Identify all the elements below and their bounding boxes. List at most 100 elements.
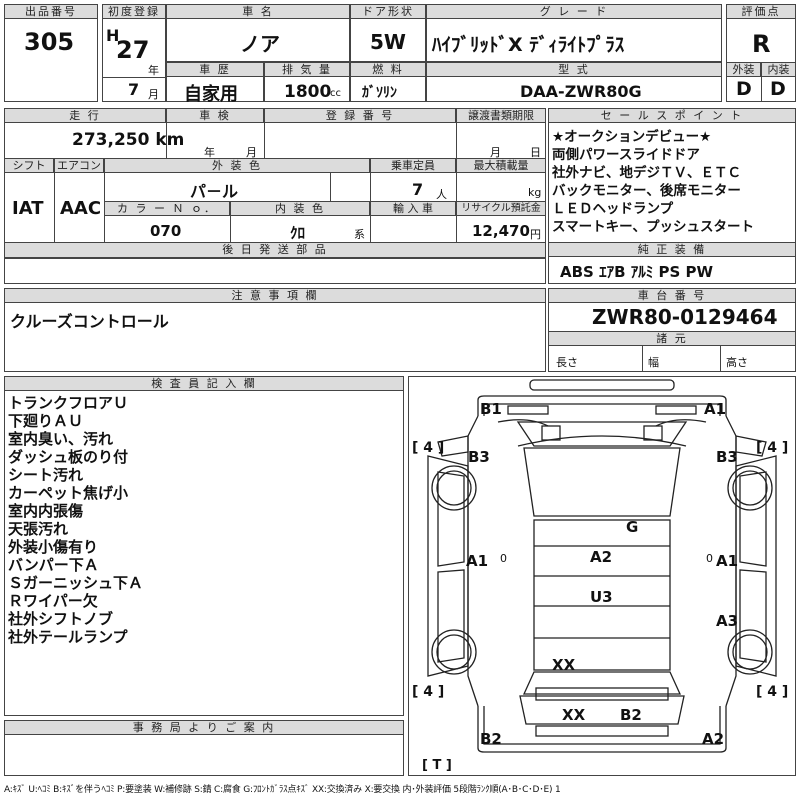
sales-point: スマートキー、プッシュスタート	[552, 219, 754, 235]
tire-tl: [ 4 ]	[412, 440, 445, 456]
mark-a3-right: A3	[716, 612, 739, 630]
car-diagram	[418, 379, 777, 772]
legend: A:ｷｽﾞ U:ﾍｺﾐ B:ｷｽﾞを伴うﾍｺﾐ P:要塗装 W:補修跡 S:錆 …	[4, 785, 561, 795]
first-reg-year: 27	[116, 36, 150, 64]
mark-b3-right: B3	[716, 448, 738, 466]
interior-score: D	[770, 78, 786, 100]
dims-label: 諸 元	[548, 331, 796, 346]
fuel-label: 燃 料	[350, 62, 426, 77]
sales-point: 両側パワースライドドア	[552, 147, 700, 163]
grade-label: グ レ ー ド	[426, 4, 722, 19]
notes-text: クルーズコントロール	[10, 312, 169, 331]
transfer-label: 譲渡書類期限	[456, 108, 546, 123]
load-label: 最大積載量	[456, 158, 546, 173]
ac: AAC	[60, 198, 102, 219]
interior-label: 内装	[761, 62, 796, 77]
grade: ﾊｲﾌﾞﾘｯﾄﾞX ﾃﾞｨﾗｲﾄﾌﾟﾗｽ	[432, 34, 625, 56]
capacity-label: 乗車定員	[370, 158, 456, 173]
ac-label: エアコン	[54, 158, 104, 173]
parts-box	[4, 258, 546, 284]
inspector-note: 下廻りＡＵ	[8, 412, 84, 430]
import-label: 輸 入 車	[370, 201, 456, 216]
recycle: 12,470	[472, 222, 530, 240]
mark-xx-bottom: XX	[562, 706, 586, 724]
tire-br: [ 4 ]	[756, 684, 789, 700]
inspector-note: 外装小傷有り	[8, 538, 99, 556]
model: DAA-ZWR80G	[520, 82, 642, 101]
inspector-note: 社外テールランプ	[8, 628, 128, 646]
mark-a1-left: A1	[466, 552, 489, 570]
inspector-note: 室内内張傷	[8, 502, 84, 520]
fuel: ｶﾞｿﾘﾝ	[362, 85, 397, 101]
recycle-label: リサイクル預託金	[456, 201, 546, 216]
mark-a1-right: A1	[716, 552, 739, 570]
sales-point: バックモニター、後席モニター	[552, 183, 741, 199]
model-label: 型 式	[426, 62, 722, 77]
displacement: 1800	[284, 82, 332, 102]
inspector-note: カーペット焦げ小	[8, 484, 129, 502]
mark-b3-left: B3	[468, 448, 490, 466]
spare-tire: [ T ]	[422, 758, 452, 773]
length-label: 長さ	[556, 356, 578, 369]
displacement-unit: cc	[330, 88, 341, 99]
month-unit: 月	[148, 88, 159, 101]
inspector-note: 天張汚れ	[8, 520, 69, 538]
shift-label: シフト	[4, 158, 54, 173]
mark-xx-center: XX	[552, 656, 576, 674]
inspector-note: 室内臭い、汚れ	[8, 430, 114, 448]
equipment: ABS ｴｱB ｱﾙﾐ PS PW	[560, 263, 714, 281]
mark-b1: B1	[480, 400, 502, 418]
door-type: 5W	[370, 30, 406, 54]
history-label: 車 歴	[166, 62, 264, 77]
capacity: 7	[412, 180, 424, 199]
chassis-label: 車 台 番 号	[548, 288, 796, 303]
tire-bl: [ 4 ]	[412, 684, 445, 700]
sales-label: セ ー ル ス ポ イ ン ト	[548, 108, 796, 123]
notes-label: 注 意 事 項 欄	[4, 288, 546, 303]
score-label: 評価点	[726, 4, 796, 19]
exterior-label: 外装	[726, 62, 761, 77]
mark-u3: U3	[590, 588, 613, 606]
parts-label: 後 日 発 送 部 品	[4, 242, 546, 258]
score: R	[752, 30, 771, 58]
mark-b2-bottom: B2	[620, 706, 642, 724]
color-no-label: カ ラ ー Ｎ ｏ．	[104, 201, 230, 216]
body-color: パ－ル	[190, 182, 239, 201]
inspector-note: トランクフロアＵ	[8, 394, 129, 412]
inspector-note: Ｓガーニッシュ下Ａ	[8, 574, 144, 592]
inspector-note: ダッシュ板のり付	[8, 448, 129, 466]
car-name: ノア	[240, 32, 280, 56]
first-reg-label: 初度登録	[102, 4, 166, 19]
mileage: 273,250 km	[72, 130, 185, 150]
zero-left: 0	[500, 552, 507, 565]
shift: IAT	[12, 198, 44, 219]
door-label: ドア形状	[350, 4, 426, 19]
sales-point: ＬＥＤヘッドランプ	[552, 201, 674, 217]
year-unit: 年	[148, 64, 159, 77]
recycle-unit: 円	[530, 228, 541, 241]
inspector-label: 検 査 員 記 入 欄	[4, 376, 404, 391]
sales-point: ★オークションデビュー★	[552, 129, 712, 145]
first-reg-month: 7	[128, 80, 140, 99]
office-label: 事 務 局 よ り ご 案 内	[4, 720, 404, 735]
inspector-note: 社外シフトノブ	[8, 610, 114, 628]
height-label: 高さ	[726, 356, 748, 369]
exterior-score: D	[736, 78, 752, 100]
mark-b2-left: B2	[480, 730, 502, 748]
mark-a1-top: A1	[704, 400, 727, 418]
color-label: 外 装 色	[104, 158, 370, 173]
displacement-label: 排 気 量	[264, 62, 350, 77]
color-no: 070	[150, 222, 182, 240]
inspector-note: バンパー下Ａ	[8, 556, 99, 574]
int-color-unit: 系	[354, 228, 365, 241]
width-label: 幅	[648, 356, 659, 369]
history: 自家用	[184, 84, 238, 105]
sales-point: 社外ナビ、地デジＴＶ、ＥＴＣ	[552, 165, 741, 181]
tire-tr: [ 4 ]	[756, 440, 789, 456]
mark-g: G	[626, 518, 639, 536]
chassis-number: ZWR80-0129464	[592, 305, 778, 329]
car-name-label: 車 名	[166, 4, 350, 19]
mark-a2-center: A2	[590, 548, 613, 566]
inspector-note: シート汚れ	[8, 466, 84, 484]
load-unit: kg	[528, 186, 542, 199]
